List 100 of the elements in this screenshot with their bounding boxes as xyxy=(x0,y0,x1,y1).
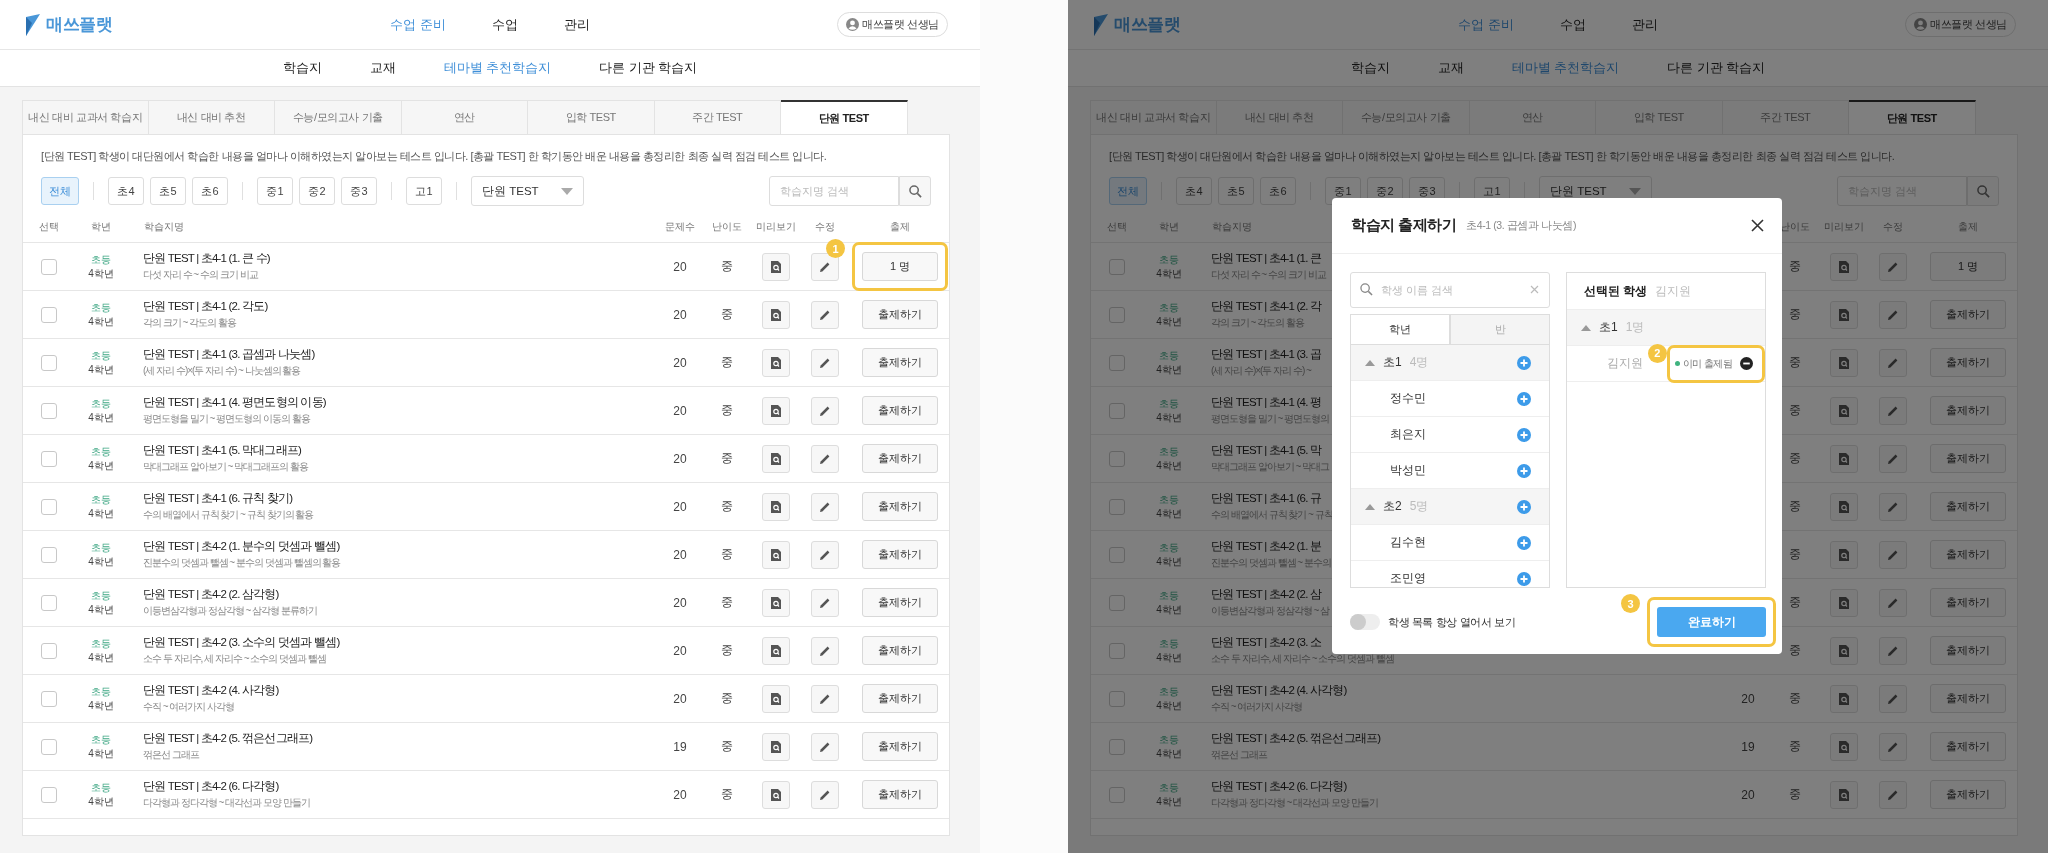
category-tab[interactable]: 단원 TEST xyxy=(1849,100,1976,134)
row-checkbox[interactable] xyxy=(41,354,57,371)
assign-button[interactable]: 출제하기 xyxy=(1930,732,2006,761)
grade-filter-button[interactable]: 고1 xyxy=(406,177,442,205)
category-tab[interactable]: 내신 대비 교과서 학습지 xyxy=(22,100,149,134)
edit-button[interactable] xyxy=(811,684,839,713)
worksheet-title[interactable]: 단원 TEST | 초4-1 (2. 각도) xyxy=(143,299,268,314)
worksheet-title[interactable]: 단원 TEST | 초4-1 (4. 평면도형의 이동) xyxy=(143,395,326,410)
category-tab[interactable]: 연산 xyxy=(1469,100,1596,134)
assign-button[interactable]: 1 명 xyxy=(862,252,938,281)
category-tab[interactable]: 수능/모의고사 기출 xyxy=(1343,100,1470,134)
row-checkbox[interactable] xyxy=(41,786,57,803)
edit-button[interactable] xyxy=(1879,252,1907,281)
grade-filter-button[interactable]: 중1 xyxy=(257,177,293,205)
preview-button[interactable] xyxy=(762,636,790,665)
search-button[interactable] xyxy=(1967,176,1999,206)
edit-button[interactable] xyxy=(811,396,839,425)
edit-button[interactable] xyxy=(811,540,839,569)
edit-button[interactable] xyxy=(811,252,839,281)
edit-button[interactable] xyxy=(1879,540,1907,569)
nav-link[interactable]: 관리 xyxy=(563,15,590,34)
add-icon[interactable] xyxy=(1517,355,1531,370)
worksheet-title[interactable]: 단원 TEST | 초4-1 (5. 막 xyxy=(1211,443,1322,458)
preview-button[interactable] xyxy=(762,252,790,281)
user-menu-button[interactable]: 매쓰플랫 선생님 xyxy=(1905,12,2016,37)
sub-nav-link[interactable]: 학습지 xyxy=(282,59,322,77)
row-checkbox[interactable] xyxy=(1109,594,1125,611)
assign-button[interactable]: 출제하기 xyxy=(862,732,938,761)
student-name[interactable]: 조민영 xyxy=(1390,570,1426,587)
row-checkbox[interactable] xyxy=(1109,786,1125,803)
row-checkbox[interactable] xyxy=(41,642,57,659)
assign-button[interactable]: 출제하기 xyxy=(862,780,938,809)
row-checkbox[interactable] xyxy=(1109,258,1125,275)
add-icon[interactable] xyxy=(1517,535,1531,550)
add-icon[interactable] xyxy=(1517,571,1531,586)
done-button[interactable]: 완료하기 xyxy=(1657,607,1766,637)
worksheet-title[interactable]: 단원 TEST | 초4-2 (4. 사각형) xyxy=(143,683,279,698)
preview-button[interactable] xyxy=(1830,684,1858,713)
row-checkbox[interactable] xyxy=(1109,354,1125,371)
category-tab[interactable]: 수능/모의고사 기출 xyxy=(275,100,402,134)
preview-button[interactable] xyxy=(1830,732,1858,761)
worksheet-title[interactable]: 단원 TEST | 초4-2 (5. 꺾은선그래프) xyxy=(1211,731,1381,746)
preview-button[interactable] xyxy=(762,300,790,329)
row-checkbox[interactable] xyxy=(41,738,57,755)
preview-button[interactable] xyxy=(1830,444,1858,473)
preview-button[interactable] xyxy=(762,684,790,713)
worksheet-title[interactable]: 단원 TEST | 초4-2 (5. 꺾은선그래프) xyxy=(143,731,313,746)
grade-filter-button[interactable]: 초4 xyxy=(108,177,144,205)
preview-button[interactable] xyxy=(1830,348,1858,377)
assign-button[interactable]: 출제하기 xyxy=(1930,588,2006,617)
preview-button[interactable] xyxy=(762,348,790,377)
edit-button[interactable] xyxy=(1879,636,1907,665)
edit-button[interactable] xyxy=(1879,492,1907,521)
sub-nav-link[interactable]: 테마별 추천학습지 xyxy=(443,59,552,77)
nav-link[interactable]: 수업 xyxy=(491,15,518,34)
edit-button[interactable] xyxy=(1879,732,1907,761)
assign-button[interactable]: 출제하기 xyxy=(862,684,938,713)
sub-nav-link[interactable]: 교재 xyxy=(369,59,396,77)
grade-filter-button[interactable]: 전체 xyxy=(41,177,79,205)
row-checkbox[interactable] xyxy=(1109,642,1125,659)
worksheet-title[interactable]: 단원 TEST | 초4-1 (2. 각 xyxy=(1211,299,1322,314)
grade-filter-button[interactable]: 중2 xyxy=(299,177,335,205)
preview-button[interactable] xyxy=(1830,252,1858,281)
preview-button[interactable] xyxy=(762,396,790,425)
sub-nav-link[interactable]: 테마별 추천학습지 xyxy=(1511,59,1620,77)
sub-nav-link[interactable]: 학습지 xyxy=(1350,59,1390,77)
edit-button[interactable] xyxy=(1879,684,1907,713)
row-checkbox[interactable] xyxy=(41,306,57,323)
nav-link[interactable]: 수업 준비 xyxy=(390,15,446,34)
nav-link[interactable]: 수업 준비 xyxy=(1458,15,1514,34)
worksheet-title[interactable]: 단원 TEST | 초4-2 (2. 삼각형) xyxy=(143,587,279,602)
student-search-field[interactable]: 학생 이름 검색 xyxy=(1350,272,1550,308)
sub-nav-link[interactable]: 다른 기관 학습지 xyxy=(599,59,698,77)
preview-button[interactable] xyxy=(1830,588,1858,617)
edit-button[interactable] xyxy=(811,348,839,377)
assign-button[interactable]: 출제하기 xyxy=(862,588,938,617)
preview-button[interactable] xyxy=(1830,780,1858,809)
grade-filter-button[interactable]: 초4 xyxy=(1176,177,1212,205)
edit-button[interactable] xyxy=(1879,780,1907,809)
preview-button[interactable] xyxy=(762,732,790,761)
user-menu-button[interactable]: 매쓰플랫 선생님 xyxy=(837,12,948,37)
preview-button[interactable] xyxy=(762,444,790,473)
assign-button[interactable]: 출제하기 xyxy=(1930,396,2006,425)
assign-button[interactable]: 출제하기 xyxy=(1930,492,2006,521)
close-button[interactable] xyxy=(1751,219,1764,232)
preview-button[interactable] xyxy=(1830,540,1858,569)
worksheet-title[interactable]: 단원 TEST | 초4-2 (1. 분 xyxy=(1211,539,1322,554)
add-icon[interactable] xyxy=(1517,499,1531,514)
worksheet-title[interactable]: 단원 TEST | 초4-2 (1. 분수의 덧셈과 뺄셈) xyxy=(143,539,340,554)
search-field[interactable]: 학습지명 검색 xyxy=(769,176,899,206)
assign-button[interactable]: 출제하기 xyxy=(1930,684,2006,713)
worksheet-title[interactable]: 단원 TEST | 초4-2 (6. 다각형) xyxy=(1211,779,1347,794)
group-label[interactable]: 초1 xyxy=(1383,354,1402,371)
type-dropdown[interactable]: 단원 TEST xyxy=(471,176,584,206)
student-name[interactable]: 정수민 xyxy=(1390,390,1426,407)
edit-button[interactable] xyxy=(811,780,839,809)
logo-text[interactable]: 매쓰플랫 xyxy=(46,13,112,36)
worksheet-title[interactable]: 단원 TEST | 초4-1 (4. 평 xyxy=(1211,395,1322,410)
assign-button[interactable]: 출제하기 xyxy=(862,348,938,377)
preview-button[interactable] xyxy=(1830,300,1858,329)
